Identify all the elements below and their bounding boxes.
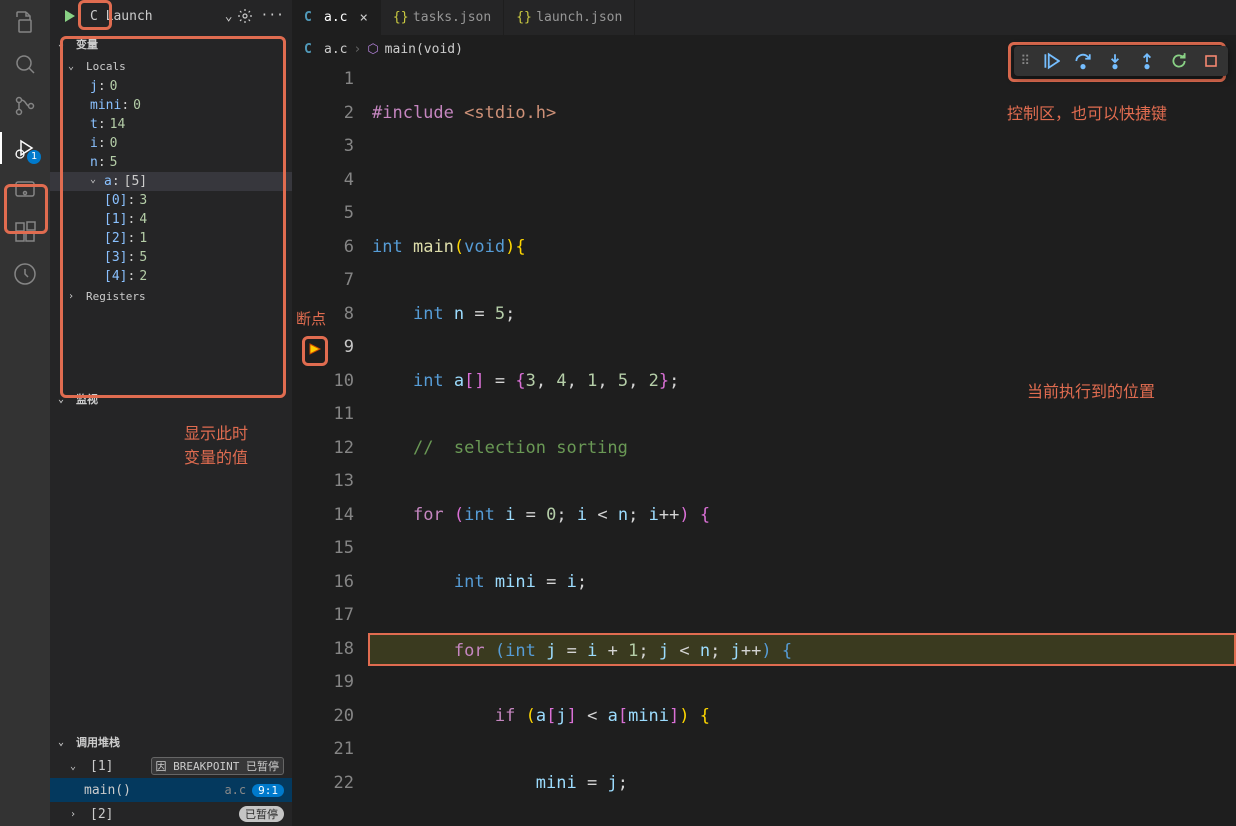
debug-icon[interactable]: 1 [11, 134, 39, 162]
anno-current: 当前执行到的位置 [1027, 378, 1155, 402]
callstack-header[interactable]: ⌄调用堆栈 [50, 730, 292, 754]
callstack-frame[interactable]: main()a.c9:1 [50, 778, 292, 802]
debug-config-header: C Launch ⌄ ··· [50, 0, 292, 32]
more-icon[interactable]: ··· [261, 8, 284, 24]
var-row-array[interactable]: ⌄a:[5] [50, 172, 292, 191]
tab-a-c[interactable]: Ca.c× [292, 0, 381, 35]
tab-tasks-json[interactable]: {}tasks.json [381, 0, 504, 35]
callstack-thread[interactable]: ›[2]已暂停 [50, 802, 292, 826]
var-row[interactable]: [4]:2 [50, 267, 292, 286]
var-row[interactable]: [2]:1 [50, 229, 292, 248]
anno-breakpoint: 断点 [296, 308, 326, 329]
config-name[interactable]: C Launch [86, 9, 221, 24]
search-icon[interactable] [11, 50, 39, 78]
tab-bar: Ca.c× {}tasks.json {}launch.json [292, 0, 1236, 35]
json-file-icon: {} [516, 11, 530, 25]
anno-vars: 显示此时 变量的值 [184, 420, 248, 468]
c-file-icon: C [304, 42, 318, 56]
close-icon[interactable]: × [359, 10, 367, 26]
var-row[interactable]: t:14 [50, 115, 292, 134]
remote-icon[interactable] [11, 176, 39, 204]
cube-icon: ⬡ [367, 42, 378, 57]
watch-section: ⌄监视 [50, 387, 292, 411]
registers-header[interactable]: ›Registers [50, 286, 292, 307]
restart-button[interactable] [1168, 50, 1190, 72]
extensions-icon[interactable] [11, 218, 39, 246]
var-row[interactable]: i:0 [50, 134, 292, 153]
var-row[interactable]: [0]:3 [50, 191, 292, 210]
json-file-icon: {} [393, 11, 407, 25]
variables-header[interactable]: ⌄变量 [50, 32, 292, 56]
step-into-button[interactable] [1104, 50, 1126, 72]
source-control-icon[interactable] [11, 92, 39, 120]
c-file-icon: C [304, 11, 318, 25]
continue-button[interactable] [1040, 50, 1062, 72]
debug-toolbar: ⠿ [1014, 46, 1228, 76]
stop-button[interactable] [1200, 50, 1222, 72]
start-debug-button[interactable] [58, 4, 82, 28]
step-over-button[interactable] [1072, 50, 1094, 72]
grip-icon[interactable]: ⠿ [1020, 54, 1030, 69]
accounts-icon[interactable] [11, 260, 39, 288]
anno-control: 控制区，也可以快捷键 [1007, 100, 1167, 124]
gutter: 12345678910111213141516171819202122 [292, 63, 372, 826]
var-row[interactable]: [3]:5 [50, 248, 292, 267]
chevron-down-icon[interactable]: ⌄ [225, 9, 233, 24]
watch-header[interactable]: ⌄监视 [50, 387, 292, 411]
callstack-thread[interactable]: ⌄[1]因 BREAKPOINT 已暂停 [50, 754, 292, 778]
debug-badge: 1 [27, 150, 41, 164]
gear-icon[interactable] [237, 8, 253, 24]
variables-section: ⌄变量 ⌄Locals j:0 mini:0 t:14 i:0 n:5 ⌄a:[… [50, 32, 292, 307]
breakpoint-indicator[interactable] [308, 342, 322, 356]
code-content: #include <stdio.h> int main(void){ int n… [372, 63, 1236, 826]
var-row[interactable]: n:5 [50, 153, 292, 172]
explorer-icon[interactable] [11, 8, 39, 36]
var-row[interactable]: j:0 [50, 77, 292, 96]
tab-launch-json[interactable]: {}launch.json [504, 0, 635, 35]
code-editor[interactable]: 12345678910111213141516171819202122 #inc… [292, 63, 1236, 826]
step-out-button[interactable] [1136, 50, 1158, 72]
var-row[interactable]: [1]:4 [50, 210, 292, 229]
locals-header[interactable]: ⌄Locals [50, 56, 292, 77]
debug-sidebar: C Launch ⌄ ··· ⌄变量 ⌄Locals j:0 mini:0 t:… [50, 0, 292, 826]
activity-bar: 1 [0, 0, 50, 826]
var-row[interactable]: mini:0 [50, 96, 292, 115]
editor-area: Ca.c× {}tasks.json {}launch.json C a.c ›… [292, 0, 1236, 826]
callstack-section: ⌄调用堆栈 ⌄[1]因 BREAKPOINT 已暂停 main()a.c9:1 … [50, 730, 292, 826]
